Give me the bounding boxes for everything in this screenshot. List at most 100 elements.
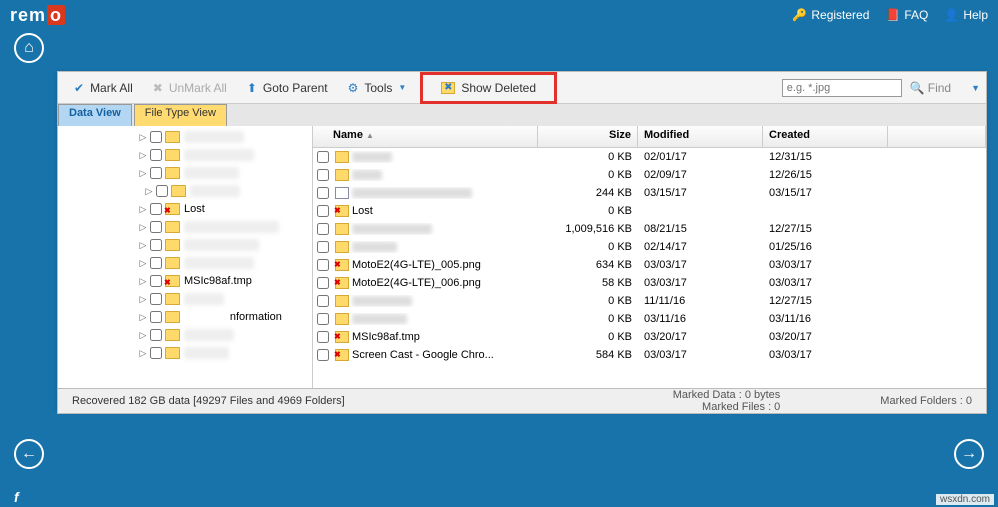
expand-icon[interactable]: ▷ — [138, 312, 148, 323]
row-checkbox[interactable] — [317, 241, 329, 253]
tree-checkbox[interactable] — [150, 329, 162, 341]
list-row[interactable]: MotoE2(4G-LTE)_005.png 634 KB 03/03/17 0… — [313, 256, 986, 274]
tree-row[interactable]: ▷ — [58, 218, 312, 236]
row-checkbox[interactable] — [317, 277, 329, 289]
faq-link[interactable]: 📕 FAQ — [885, 8, 928, 22]
tree-row[interactable]: ▷ nformation — [58, 308, 312, 326]
folder-icon — [165, 167, 180, 179]
expand-icon[interactable]: ▷ — [144, 186, 154, 197]
help-link[interactable]: 👤 Help — [944, 8, 988, 22]
tree-row[interactable]: ▷ Lost — [58, 200, 312, 218]
tree-row[interactable]: ▷ — [58, 290, 312, 308]
expand-icon[interactable]: ▷ — [138, 150, 148, 161]
tree-checkbox[interactable] — [150, 257, 162, 269]
expand-icon[interactable]: ▷ — [138, 330, 148, 341]
row-checkbox[interactable] — [317, 151, 329, 163]
file-created: 03/20/17 — [763, 331, 888, 343]
tree-checkbox[interactable] — [150, 239, 162, 251]
tab-data-view[interactable]: Data View — [58, 104, 132, 126]
main-panel: Mark All ✖ UnMark All Goto Parent Tools … — [57, 71, 987, 411]
list-row[interactable]: MotoE2(4G-LTE)_006.png 58 KB 03/03/17 03… — [313, 274, 986, 292]
tree-checkbox[interactable] — [150, 293, 162, 305]
tree-checkbox[interactable] — [150, 149, 162, 161]
list-row[interactable]: MSIc98af.tmp 0 KB 03/20/17 03/20/17 — [313, 328, 986, 346]
search-input[interactable] — [782, 79, 902, 97]
tools-button[interactable]: Tools ▼ — [338, 77, 417, 99]
col-modified[interactable]: Modified — [638, 126, 763, 147]
expand-icon[interactable]: ▷ — [138, 348, 148, 359]
tree-row[interactable]: ▷ — [58, 236, 312, 254]
tree-row[interactable]: ▷ — [58, 326, 312, 344]
folder-icon — [165, 347, 180, 359]
tree-checkbox[interactable] — [150, 167, 162, 179]
goto-parent-button[interactable]: Goto Parent — [237, 77, 338, 99]
list-row[interactable]: 0 KB 02/01/17 12/31/15 — [313, 148, 986, 166]
list-row[interactable]: Screen Cast - Google Chro... 584 KB 03/0… — [313, 346, 986, 364]
tree-row[interactable]: ▷ — [58, 182, 312, 200]
expand-icon[interactable]: ▷ — [138, 240, 148, 251]
registered-link[interactable]: 🔑 Registered — [792, 8, 869, 22]
expand-icon[interactable]: ▷ — [138, 132, 148, 143]
expand-icon[interactable]: ▷ — [138, 258, 148, 269]
tree-checkbox[interactable] — [150, 203, 162, 215]
col-name[interactable]: Name ▲ — [313, 126, 538, 147]
row-checkbox[interactable] — [317, 205, 329, 217]
file-created: 03/03/17 — [763, 277, 888, 289]
tree-pane[interactable]: ▷ ▷ ▷ ▷ ▷ Lost▷ ▷ ▷ ▷ MSIc98af.tmp▷ ▷ — [58, 126, 313, 410]
list-row[interactable]: 0 KB 03/11/16 03/11/16 — [313, 310, 986, 328]
list-row[interactable]: 0 KB 02/14/17 01/25/16 — [313, 238, 986, 256]
expand-icon[interactable]: ▷ — [138, 168, 148, 179]
file-created: 03/03/17 — [763, 349, 888, 361]
file-size: 0 KB — [538, 151, 638, 163]
row-checkbox[interactable] — [317, 349, 329, 361]
folder-icon — [165, 239, 180, 251]
row-checkbox[interactable] — [317, 169, 329, 181]
tree-row[interactable]: ▷ MSIc98af.tmp — [58, 272, 312, 290]
forward-button[interactable]: → — [954, 439, 984, 469]
row-checkbox[interactable] — [317, 259, 329, 271]
tree-checkbox[interactable] — [150, 311, 162, 323]
tree-checkbox[interactable] — [150, 221, 162, 233]
tree-checkbox[interactable] — [150, 347, 162, 359]
tree-checkbox[interactable] — [150, 131, 162, 143]
tree-checkbox[interactable] — [156, 185, 168, 197]
row-checkbox[interactable] — [317, 331, 329, 343]
row-checkbox[interactable] — [317, 223, 329, 235]
tree-checkbox[interactable] — [150, 275, 162, 287]
tree-row[interactable]: ▷ — [58, 128, 312, 146]
back-button[interactable]: ← — [14, 439, 44, 469]
list-row[interactable]: 244 KB 03/15/17 03/15/17 — [313, 184, 986, 202]
file-created: 12/27/15 — [763, 223, 888, 235]
row-checkbox[interactable] — [317, 187, 329, 199]
find-button[interactable]: 🔍 Find — [910, 81, 951, 95]
tree-row[interactable]: ▷ — [58, 146, 312, 164]
tree-row[interactable]: ▷ — [58, 164, 312, 182]
col-size[interactable]: Size — [538, 126, 638, 147]
file-name: MotoE2(4G-LTE)_005.png — [352, 259, 481, 271]
home-button[interactable]: ⌂ — [14, 33, 44, 63]
col-created[interactable]: Created — [763, 126, 888, 147]
row-checkbox[interactable] — [317, 295, 329, 307]
search-dropdown[interactable]: ▼ — [971, 83, 980, 93]
tree-label: nformation — [184, 311, 282, 323]
facebook-icon[interactable]: f — [14, 489, 19, 505]
unmark-all-button[interactable]: ✖ UnMark All — [143, 77, 237, 99]
show-deleted-button[interactable]: Show Deleted — [431, 77, 546, 99]
list-row[interactable]: Lost 0 KB — [313, 202, 986, 220]
list-row[interactable]: 0 KB 11/11/16 12/27/15 — [313, 292, 986, 310]
list-pane[interactable]: Name ▲ Size Modified Created 0 KB 02/01/… — [313, 126, 986, 410]
list-row[interactable]: 1,009,516 KB 08/21/15 12/27/15 — [313, 220, 986, 238]
expand-icon[interactable]: ▷ — [138, 222, 148, 233]
list-row[interactable]: 0 KB 02/09/17 12/26/15 — [313, 166, 986, 184]
file-size: 0 KB — [538, 169, 638, 181]
tree-row[interactable]: ▷ — [58, 344, 312, 362]
mark-all-button[interactable]: Mark All — [64, 77, 143, 99]
expand-icon[interactable]: ▷ — [138, 276, 148, 287]
row-checkbox[interactable] — [317, 313, 329, 325]
expand-icon[interactable]: ▷ — [138, 204, 148, 215]
expand-icon[interactable]: ▷ — [138, 294, 148, 305]
tree-label-redacted — [184, 149, 254, 161]
tree-row[interactable]: ▷ — [58, 254, 312, 272]
marked-folders: Marked Folders : 0 — [880, 395, 972, 407]
tab-file-type-view[interactable]: File Type View — [134, 104, 227, 126]
